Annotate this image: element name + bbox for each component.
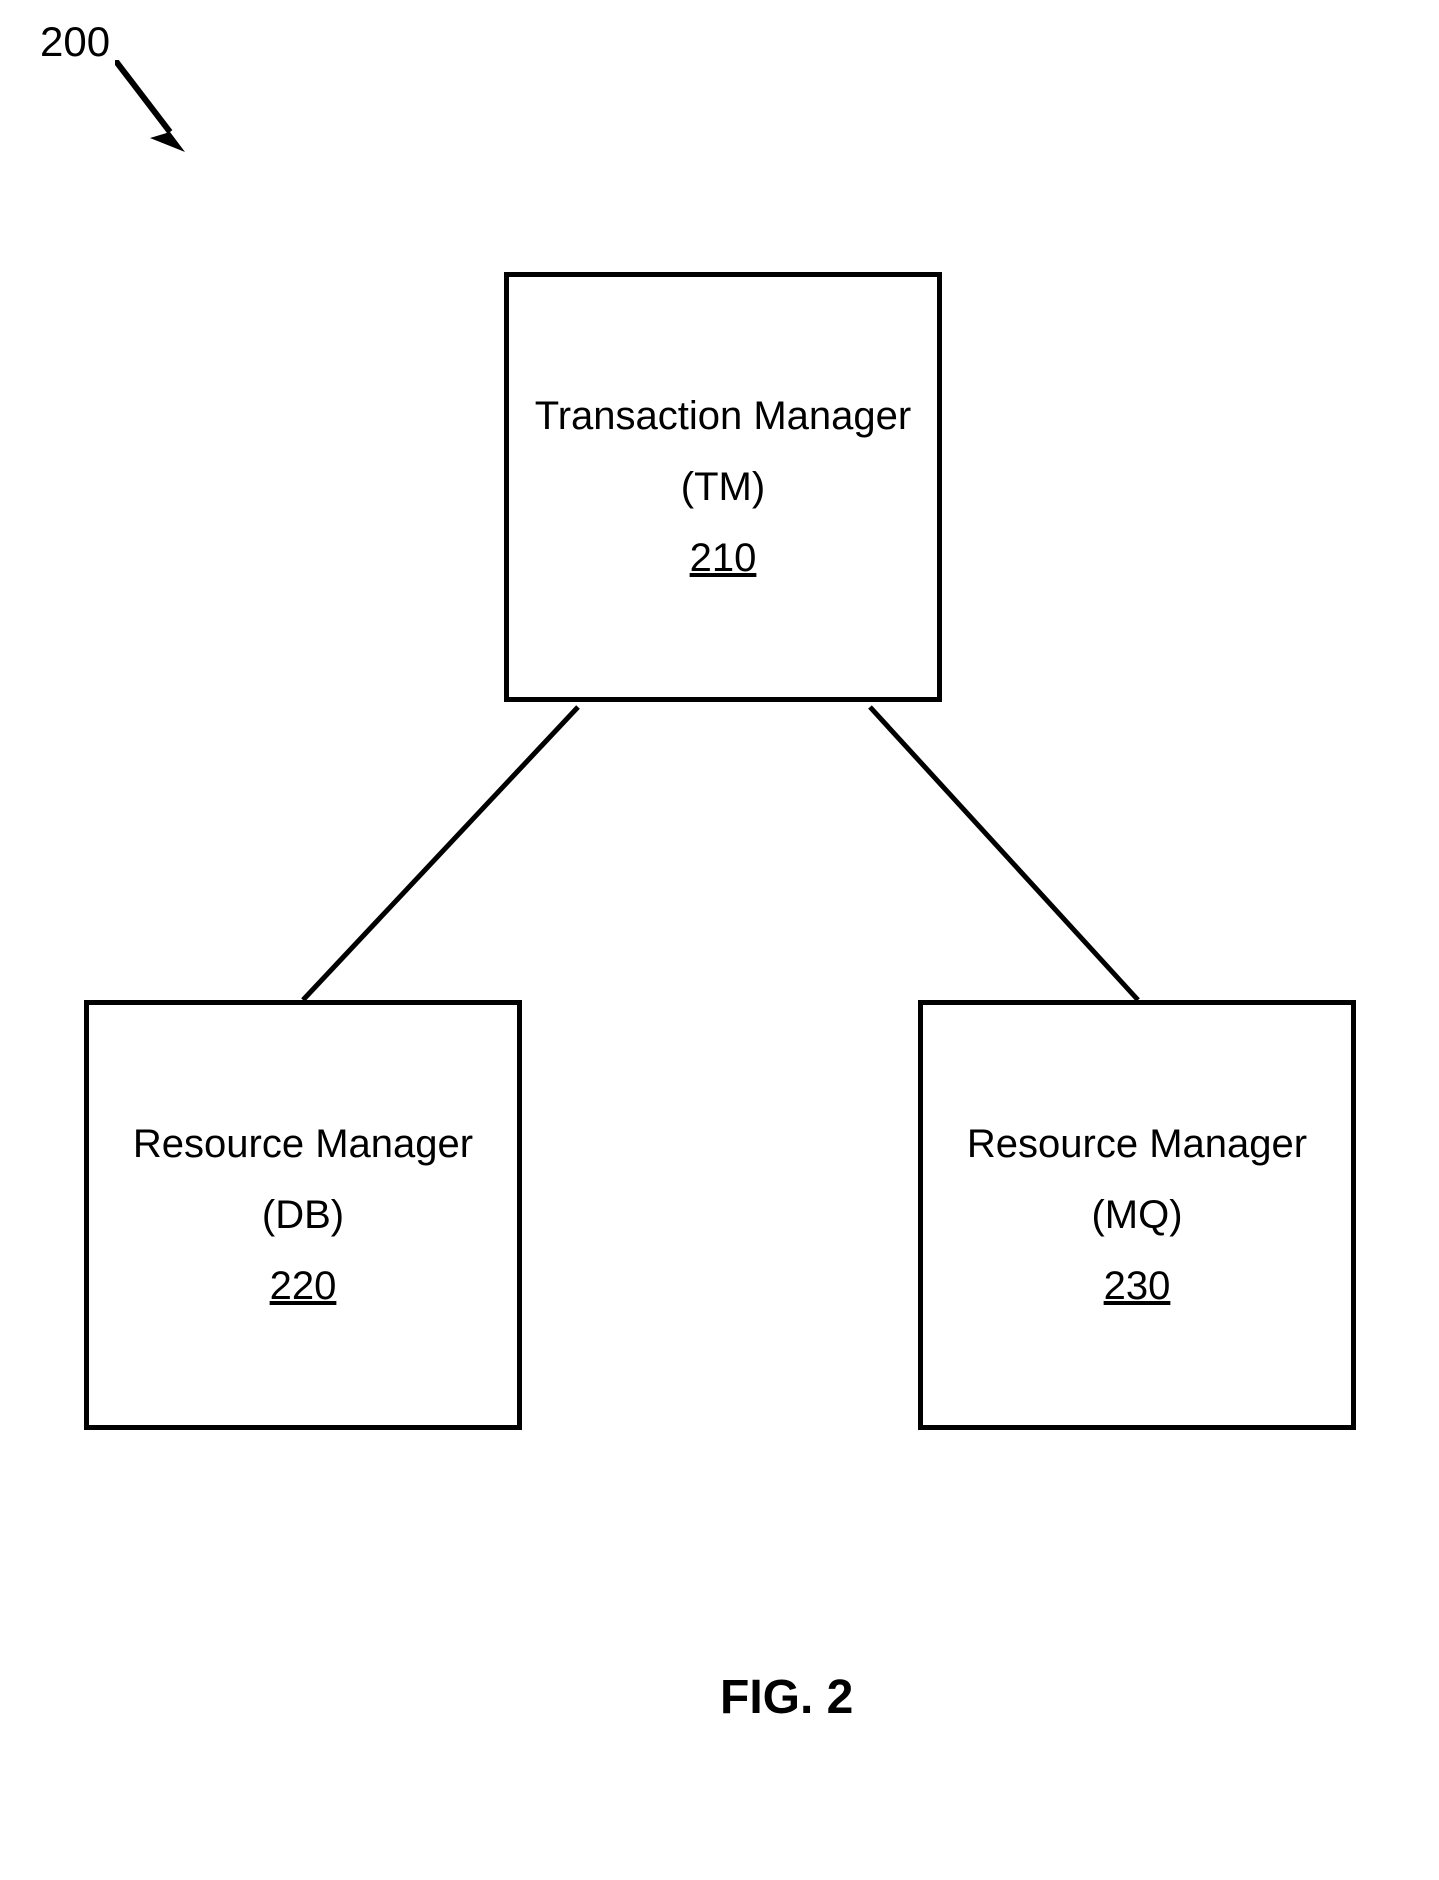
- box-subtitle: (TM): [681, 465, 765, 510]
- transaction-manager-box: Transaction Manager (TM) 210: [504, 272, 942, 702]
- box-subtitle: (DB): [262, 1193, 344, 1238]
- diagram-reference-number: 200: [40, 18, 110, 66]
- reference-arrow-icon: [115, 60, 205, 170]
- box-id: 230: [1104, 1264, 1171, 1309]
- box-id: 220: [270, 1264, 337, 1309]
- box-title: Resource Manager: [133, 1122, 473, 1167]
- figure-caption: FIG. 2: [720, 1670, 853, 1725]
- box-title: Resource Manager: [967, 1122, 1307, 1167]
- box-id: 210: [690, 536, 757, 581]
- box-title: Transaction Manager: [535, 394, 911, 439]
- resource-manager-mq-box: Resource Manager (MQ) 230: [918, 1000, 1356, 1430]
- resource-manager-db-box: Resource Manager (DB) 220: [84, 1000, 522, 1430]
- box-subtitle: (MQ): [1091, 1193, 1182, 1238]
